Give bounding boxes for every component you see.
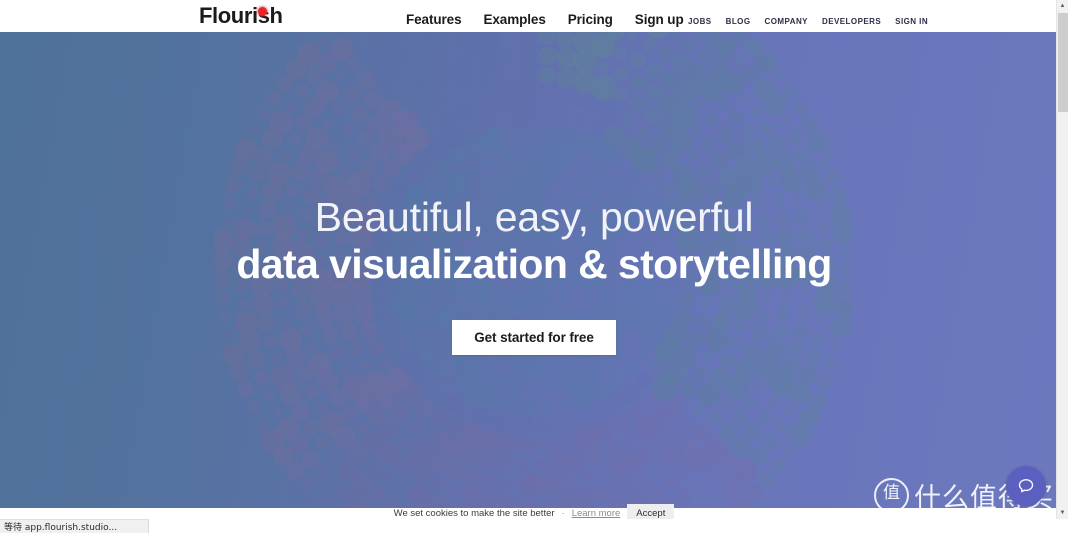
hero-section: Beautiful, easy, powerful data visualiza… bbox=[0, 32, 1068, 508]
status-bar-text: 等待 app.flourish.studio... bbox=[4, 523, 118, 533]
nav-item-sign-up[interactable]: Sign up bbox=[635, 12, 684, 27]
cookie-separator: · bbox=[561, 508, 565, 519]
scrollbar-thumb[interactable] bbox=[1058, 13, 1068, 112]
browser-viewport: Beautiful, easy, powerful data visualiza… bbox=[0, 0, 1068, 519]
flourish-logo[interactable]: Flourish bbox=[199, 3, 283, 29]
hero-content: Beautiful, easy, powerful data visualiza… bbox=[0, 32, 1068, 508]
cookie-message: We set cookies to make the site better bbox=[393, 508, 555, 519]
nav-item-company[interactable]: COMPANY bbox=[765, 17, 808, 26]
scroll-down-arrow-icon[interactable]: ▼ bbox=[1057, 507, 1068, 519]
browser-status-bar: 等待 app.flourish.studio... bbox=[0, 519, 149, 533]
nav-item-blog[interactable]: BLOG bbox=[726, 17, 751, 26]
chat-bubble-glyph bbox=[1018, 479, 1034, 493]
cookie-consent-inner: We set cookies to make the site better ·… bbox=[0, 504, 1068, 519]
scroll-up-arrow-icon[interactable]: ▲ bbox=[1057, 0, 1068, 12]
vertical-scrollbar[interactable]: ▲ ▼ bbox=[1056, 0, 1068, 519]
site-header: Flourish Features Examples Pricing Sign … bbox=[0, 0, 1068, 32]
nav-item-features[interactable]: Features bbox=[406, 12, 462, 27]
nav-item-examples[interactable]: Examples bbox=[483, 12, 545, 27]
nav-item-jobs[interactable]: JOBS bbox=[688, 17, 712, 26]
nav-item-developers[interactable]: DEVELOPERS bbox=[822, 17, 881, 26]
nav-item-sign-in[interactable]: SIGN IN bbox=[895, 17, 928, 26]
learn-more-link[interactable]: Learn more bbox=[572, 508, 621, 519]
hero-headline-line2: data visualization & storytelling bbox=[236, 241, 832, 288]
secondary-navigation: JOBS BLOG COMPANY DEVELOPERS SIGN IN bbox=[688, 17, 928, 26]
primary-navigation: Features Examples Pricing Sign up bbox=[406, 12, 684, 27]
bottom-filler bbox=[149, 519, 1080, 533]
get-started-button[interactable]: Get started for free bbox=[452, 320, 616, 356]
chat-bubble-icon[interactable] bbox=[1006, 466, 1046, 506]
hero-headline-line1: Beautiful, easy, powerful bbox=[314, 194, 754, 240]
nav-item-pricing[interactable]: Pricing bbox=[568, 12, 613, 27]
accept-cookies-button[interactable]: Accept bbox=[627, 504, 675, 519]
cookie-consent-bar: We set cookies to make the site better ·… bbox=[0, 504, 1068, 519]
logo-dot-icon bbox=[258, 7, 267, 16]
